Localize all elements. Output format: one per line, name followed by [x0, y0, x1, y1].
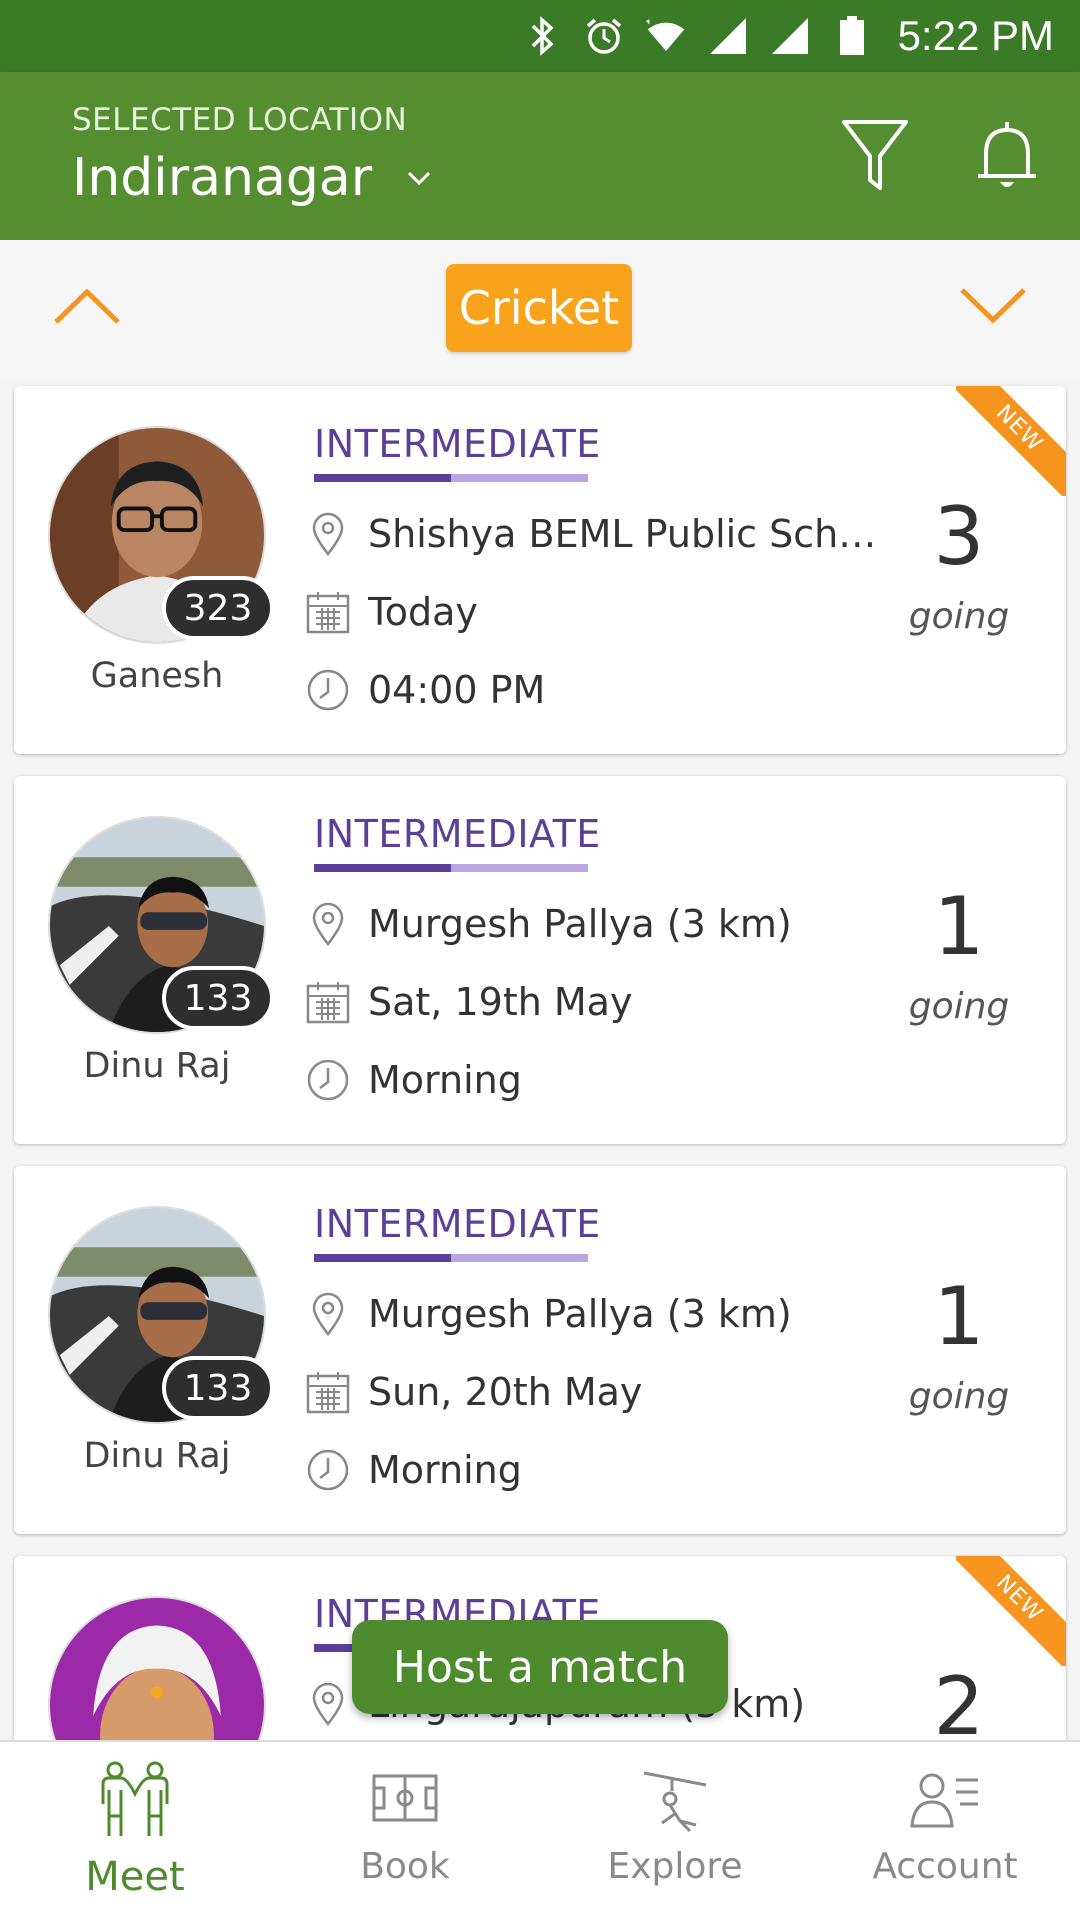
- clock-icon: [302, 1054, 354, 1106]
- location-name: Indiranagar: [72, 148, 373, 208]
- location-pin-icon: [302, 898, 354, 950]
- new-ribbon: NEW: [956, 1556, 1066, 1666]
- skill-level-bar: [314, 474, 588, 482]
- calendar-icon: [302, 1366, 354, 1418]
- bottom-navigation: Meet Book Explore Account: [0, 1740, 1080, 1920]
- location-pin-icon: [302, 508, 354, 560]
- venue-name: Murgesh Pallya (3 km): [368, 1292, 792, 1336]
- skill-level: INTERMEDIATE: [314, 422, 601, 466]
- signal-icon: [770, 16, 810, 56]
- clock-icon: [302, 1444, 354, 1496]
- match-date: Sun, 20th May: [368, 1370, 643, 1414]
- location-pin-icon: [302, 1288, 354, 1340]
- host-name: Ganesh: [90, 656, 224, 696]
- new-ribbon-label: NEW: [956, 386, 1066, 496]
- skill-level-bar: [314, 864, 588, 872]
- match-time: 04:00 PM: [368, 668, 546, 712]
- player-score-badge: 323: [162, 576, 274, 640]
- match-card[interactable]: 133 Dinu Raj INTERMEDIATE Murgesh Pallya…: [14, 1166, 1066, 1534]
- skill-level: INTERMEDIATE: [314, 1202, 601, 1246]
- next-sport-button[interactable]: [958, 284, 1028, 328]
- host-name: Dinu Raj: [83, 1436, 231, 1476]
- location-selector[interactable]: Indiranagar: [72, 148, 432, 208]
- chevron-down-icon: [960, 288, 1026, 324]
- player-score-badge: 133: [162, 1356, 274, 1420]
- venue-row: Murgesh Pallya (3 km): [302, 894, 792, 954]
- status-icons: [522, 16, 872, 56]
- match-date: Sat, 19th May: [368, 980, 633, 1024]
- bell-icon: [978, 122, 1036, 187]
- zipline-icon: [635, 1760, 715, 1840]
- alarm-icon: [584, 16, 624, 56]
- status-bar: 5:22 PM: [0, 0, 1080, 72]
- account-icon: [905, 1760, 985, 1840]
- date-row: Today: [302, 582, 478, 642]
- going-label: going: [908, 1376, 1010, 1417]
- nav-book-label: Book: [360, 1846, 450, 1887]
- nav-account-label: Account: [872, 1846, 1018, 1887]
- chevron-down-icon: [408, 171, 431, 186]
- going-count: 1: [933, 880, 985, 973]
- location-label: SELECTED LOCATION: [72, 102, 408, 138]
- app-header: SELECTED LOCATION Indiranagar: [0, 72, 1080, 240]
- venue-row: Shishya BEML Public Scho...: [302, 504, 888, 564]
- calendar-icon: [302, 586, 354, 638]
- nav-meet-label: Meet: [85, 1854, 185, 1900]
- selected-sport[interactable]: Cricket: [446, 264, 632, 352]
- calendar-icon: [302, 976, 354, 1028]
- match-time: Morning: [368, 1448, 522, 1492]
- going-label: going: [908, 986, 1010, 1027]
- filter-button[interactable]: [840, 116, 910, 196]
- time-row: Morning: [302, 1440, 522, 1500]
- date-row: Sat, 19th May: [302, 972, 632, 1032]
- going-label: going: [908, 596, 1010, 637]
- skill-level: INTERMEDIATE: [314, 812, 601, 856]
- nav-account[interactable]: Account: [810, 1742, 1080, 1920]
- previous-sport-button[interactable]: [52, 284, 122, 328]
- bluetooth-icon: [522, 16, 562, 56]
- venue-name: Shishya BEML Public Scho...: [368, 512, 888, 556]
- host-match-button[interactable]: Host a match: [352, 1620, 728, 1714]
- clock-icon: [302, 664, 354, 716]
- skill-level-bar: [314, 1254, 588, 1262]
- sport-selector: Cricket: [0, 240, 1080, 380]
- player-score-badge: 133: [162, 966, 274, 1030]
- venue-name: Murgesh Pallya (3 km): [368, 902, 792, 946]
- new-ribbon-label: NEW: [956, 1556, 1066, 1666]
- match-card[interactable]: 133 Dinu Raj INTERMEDIATE Murgesh Pallya…: [14, 776, 1066, 1144]
- chevron-up-icon: [54, 288, 120, 324]
- battery-icon: [832, 16, 872, 56]
- nav-explore[interactable]: Explore: [540, 1742, 810, 1920]
- court-icon: [365, 1760, 445, 1840]
- filter-icon: [842, 120, 908, 190]
- signal-icon: [708, 16, 748, 56]
- match-date: Today: [368, 590, 478, 634]
- match-time: Morning: [368, 1058, 522, 1102]
- time-row: Morning: [302, 1050, 522, 1110]
- time-row: 04:00 PM: [302, 660, 545, 720]
- clock: 5:22 PM: [897, 12, 1054, 59]
- nav-meet[interactable]: Meet: [0, 1742, 270, 1920]
- host-name: Dinu Raj: [83, 1046, 231, 1086]
- wifi-icon: [645, 16, 686, 56]
- nav-book[interactable]: Book: [270, 1742, 540, 1920]
- going-count: 3: [933, 490, 985, 583]
- new-ribbon: NEW: [956, 386, 1066, 496]
- date-row: Sun, 20th May: [302, 1362, 642, 1422]
- location-pin-icon: [302, 1678, 354, 1730]
- meet-icon: [95, 1760, 175, 1840]
- venue-row: Murgesh Pallya (3 km): [302, 1284, 792, 1344]
- match-card[interactable]: 323 Ganesh INTERMEDIATE Shishya BEML Pub…: [14, 386, 1066, 754]
- nav-explore-label: Explore: [607, 1846, 743, 1887]
- notifications-button[interactable]: [972, 116, 1042, 196]
- going-count: 1: [933, 1270, 985, 1363]
